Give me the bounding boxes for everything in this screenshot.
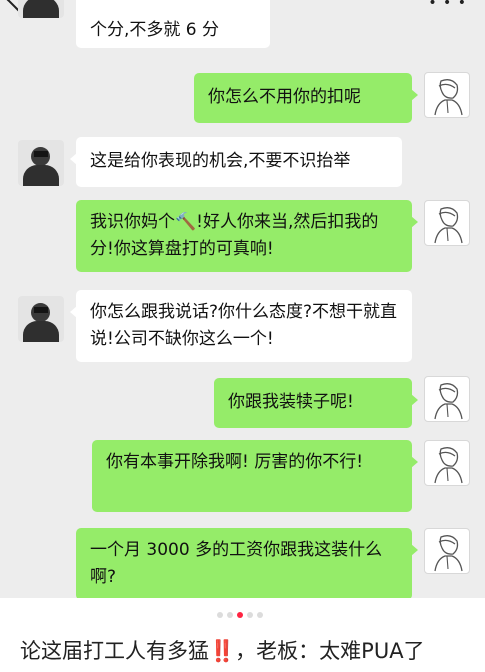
boss-avatar[interactable] bbox=[18, 140, 64, 186]
chat-area: • • • 个分,不多就 6 分 你怎么不用你的扣呢 这是给你表现的机会,不要不… bbox=[0, 0, 485, 598]
avatar-body bbox=[23, 321, 59, 342]
sketch-person-avatar[interactable] bbox=[424, 376, 470, 422]
sketch-person-avatar[interactable] bbox=[424, 200, 470, 246]
avatar-body bbox=[23, 165, 59, 186]
caption-text-after: ，老板：太难PUA了 bbox=[235, 639, 425, 663]
pager-dot[interactable] bbox=[217, 612, 223, 618]
message-text: 我识你妈个🔨!好人你来当,然后扣我的分!你这算盘打的可真响! bbox=[90, 212, 379, 259]
pager-dots[interactable] bbox=[217, 612, 263, 618]
more-dots-icon[interactable]: • • • bbox=[428, 0, 467, 10]
avatar-censor-bar bbox=[34, 151, 48, 157]
message-bubble-right[interactable]: 你有本事开除我啊! 厉害的你不行! bbox=[92, 440, 418, 512]
pager-dot[interactable] bbox=[247, 612, 253, 618]
message-bubble-right[interactable]: 一个月 3000 多的工资你跟我这装什么啊? bbox=[76, 528, 418, 598]
caption-text-before: 论这届打工人有多猛 bbox=[20, 639, 209, 663]
message-text: 这是给你表现的机会,不要不识抬举 bbox=[90, 151, 351, 171]
sketch-person-avatar[interactable] bbox=[424, 72, 470, 118]
message-bubble-right[interactable]: 我识你妈个🔨!好人你来当,然后扣我的分!你这算盘打的可真响! bbox=[76, 200, 418, 272]
sketch-person-icon bbox=[434, 535, 463, 572]
post-caption: 论这届打工人有多猛‼️，老板：太难PUA了 bbox=[20, 636, 480, 666]
pager-dot-active[interactable] bbox=[237, 612, 243, 618]
sketch-person-icon bbox=[434, 447, 463, 484]
sketch-person-avatar[interactable] bbox=[424, 440, 470, 486]
boss-avatar[interactable] bbox=[18, 296, 64, 342]
message-bubble-right[interactable]: 你怎么不用你的扣呢 bbox=[194, 73, 418, 123]
image-pager bbox=[0, 598, 485, 634]
double-exclamation-icon: ‼️ bbox=[209, 639, 236, 663]
sketch-person-icon bbox=[434, 79, 463, 116]
sketch-person-icon bbox=[434, 383, 463, 420]
sketch-person-icon bbox=[434, 207, 463, 244]
avatar-body bbox=[23, 0, 59, 18]
message-text: 一个月 3000 多的工资你跟我这装什么啊? bbox=[90, 540, 383, 587]
boss-avatar[interactable] bbox=[18, 0, 64, 18]
message-text: 你跟我装犊子呢! bbox=[228, 392, 354, 412]
message-text: 你怎么不用你的扣呢 bbox=[208, 87, 361, 107]
message-bubble-left[interactable]: 个分,不多就 6 分 bbox=[76, 0, 270, 48]
pager-dot[interactable] bbox=[227, 612, 233, 618]
sketch-person-avatar[interactable] bbox=[424, 528, 470, 574]
message-text: 个分,不多就 6 分 bbox=[90, 20, 220, 40]
message-bubble-left[interactable]: 这是给你表现的机会,不要不识抬举 bbox=[70, 137, 402, 187]
pager-dot[interactable] bbox=[257, 612, 263, 618]
message-bubble-left[interactable]: 你怎么跟我说话?你什么态度?不想干就直说!公司不缺你这么一个! bbox=[70, 290, 412, 362]
message-bubble-right[interactable]: 你跟我装犊子呢! bbox=[214, 378, 418, 428]
message-text: 你有本事开除我啊! 厉害的你不行! bbox=[106, 452, 364, 472]
avatar-censor-bar bbox=[34, 307, 48, 313]
message-text: 你怎么跟我说话?你什么态度?不想干就直说!公司不缺你这么一个! bbox=[90, 302, 398, 349]
